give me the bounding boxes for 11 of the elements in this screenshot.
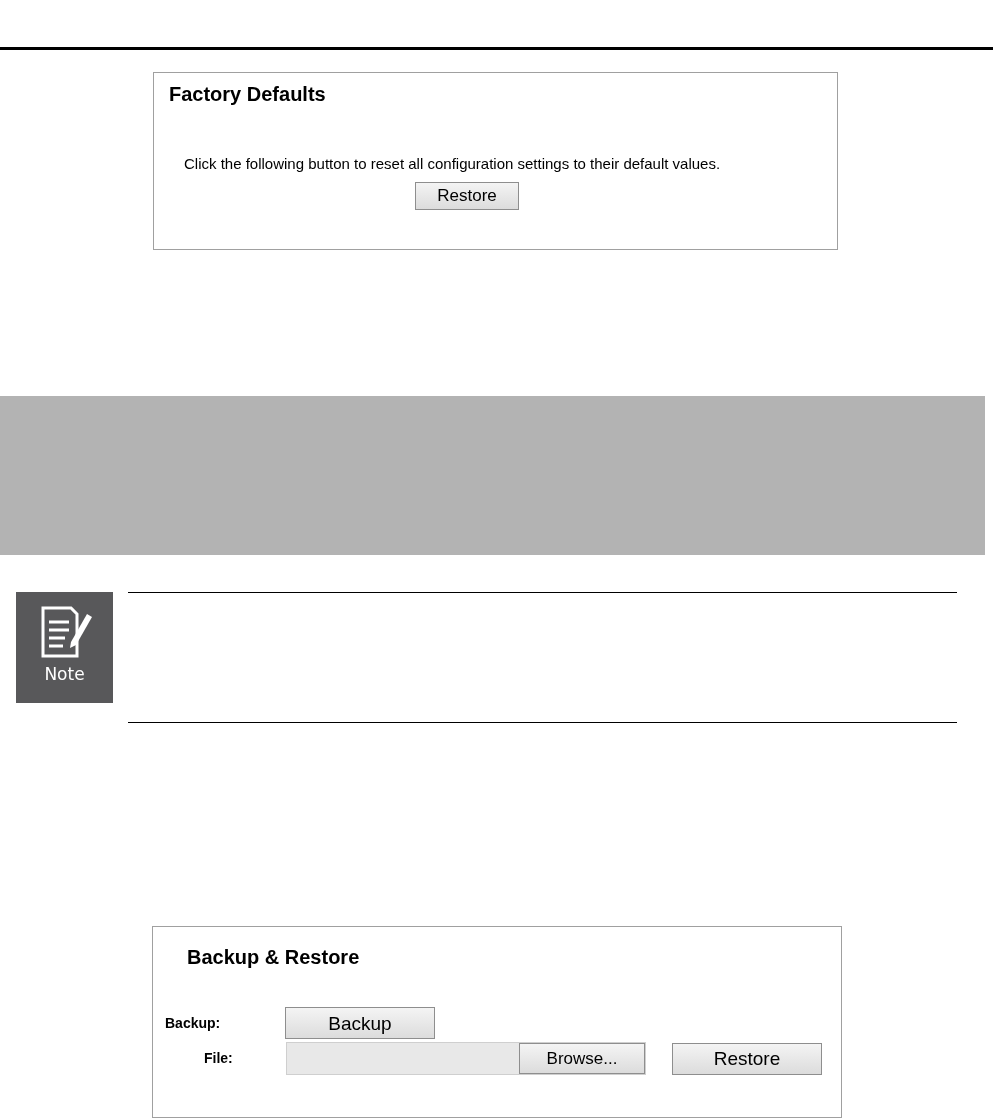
backup-button[interactable]: Backup — [285, 1007, 435, 1039]
note-icon: Note — [16, 592, 113, 703]
description-text: Click the following button to reset all configuration settings to their default values. — [184, 154, 721, 174]
browse-button[interactable]: Browse... — [519, 1043, 645, 1074]
panel-title: Factory Defaults — [169, 82, 326, 107]
restore-button[interactable]: Restore — [672, 1042, 822, 1075]
panel-title: Backup & Restore — [187, 945, 360, 970]
backup-label: Backup: — [165, 1013, 222, 1033]
restore-button[interactable]: Restore — [415, 181, 519, 210]
file-label: File: — [204, 1049, 234, 1068]
file-field[interactable]: Browse... — [286, 1042, 646, 1075]
